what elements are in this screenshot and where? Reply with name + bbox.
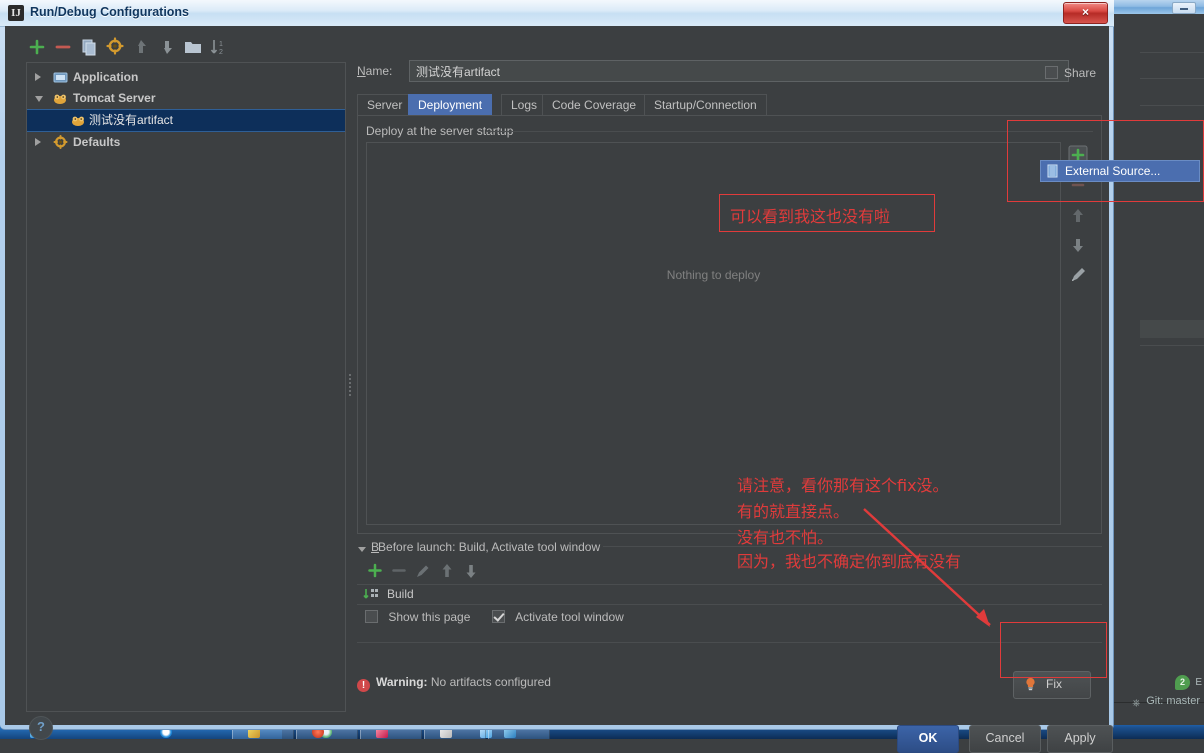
- tree-node-label: Tomcat Server: [73, 91, 156, 105]
- edit-artifact-pencil-icon[interactable]: [1065, 262, 1091, 288]
- name-label: Name:: [357, 64, 393, 78]
- warning-message: ! Warning: No artifacts configured: [357, 675, 551, 692]
- before-launch-task-label: Build: [387, 587, 414, 601]
- svg-text:2: 2: [219, 49, 223, 56]
- activate-tool-window-box[interactable]: [491, 610, 505, 623]
- show-this-page-label: Show this page: [388, 610, 471, 624]
- tree-node-label: 测试没有artifact: [89, 113, 174, 127]
- event-log-letter: E: [1195, 677, 1202, 688]
- ide-bg-divider-3: [1140, 105, 1204, 106]
- pane-splitter-handle[interactable]: [346, 372, 354, 400]
- tree-node-tomcat-server[interactable]: Tomcat Server: [27, 88, 345, 109]
- add-configuration-button[interactable]: [26, 36, 48, 58]
- tree-node-label: Application: [73, 70, 139, 84]
- section-divider: [486, 131, 1093, 132]
- warning-prefix: Warning:: [376, 675, 428, 689]
- share-label: Share: [1064, 66, 1097, 80]
- tab-server[interactable]: Server: [357, 94, 413, 115]
- share-checkbox[interactable]: Share: [1045, 64, 1165, 82]
- tomcat-icon: [71, 113, 86, 128]
- configurations-left-pane: 12 Application Tomcat Server 测试没有artifac…: [16, 32, 346, 740]
- annotation-top-note: 可以看到我这也没有啦: [730, 207, 891, 226]
- before-launch-header[interactable]: BBefore launch: Build, Activate tool win…: [371, 540, 600, 554]
- move-task-down-button[interactable]: [459, 560, 483, 582]
- before-launch-twisty-icon[interactable]: [358, 547, 366, 552]
- dialog-titlebar[interactable]: IJ Run/Debug Configurations ×: [0, 0, 1114, 27]
- configurations-toolbar: 12: [26, 36, 336, 62]
- warning-icon: !: [357, 679, 370, 692]
- ide-bg-divider-1: [1140, 52, 1204, 53]
- chevron-right-icon[interactable]: [35, 138, 41, 146]
- move-up-button[interactable]: [1065, 202, 1091, 228]
- show-this-page-checkbox[interactable]: Show this page: [365, 610, 470, 624]
- edit-task-pencil-icon[interactable]: [411, 560, 435, 582]
- tomcat-icon: [53, 91, 68, 106]
- git-branch-label: Git: master: [1146, 695, 1200, 707]
- ide-minimize-button[interactable]: [1172, 2, 1196, 14]
- tab-startup-connection[interactable]: Startup/Connection: [644, 94, 767, 115]
- close-icon[interactable]: ×: [1063, 2, 1108, 24]
- git-branch-status[interactable]: ⎈ Git: master: [1132, 695, 1200, 709]
- move-down-button[interactable]: [156, 36, 178, 58]
- nothing-to-deploy-label: Nothing to deploy: [666, 268, 761, 282]
- annotation-bottom-line-3: 没有也不怕。: [737, 528, 834, 547]
- fix-button-label: Fix: [1046, 677, 1062, 691]
- ide-bg-divider-4: [1140, 345, 1204, 346]
- notification-count-badge[interactable]: 2: [1175, 675, 1190, 690]
- tab-logs[interactable]: Logs: [501, 94, 548, 115]
- warning-text: No artifacts configured: [430, 675, 551, 689]
- configurations-tree[interactable]: Application Tomcat Server 测试没有artifact D…: [26, 62, 346, 712]
- add-task-button[interactable]: [363, 560, 387, 582]
- configuration-name-input[interactable]: [409, 60, 1069, 82]
- share-checkbox-box[interactable]: [1045, 66, 1058, 79]
- before-launch-header-label: Before launch: Build, Activate tool wind…: [378, 540, 601, 554]
- defaults-icon: [53, 135, 68, 150]
- cancel-button[interactable]: Cancel: [969, 725, 1041, 753]
- ok-button[interactable]: OK: [897, 725, 959, 753]
- chevron-right-icon[interactable]: [35, 73, 41, 81]
- remove-task-button[interactable]: [387, 560, 411, 582]
- annotation-arrow-to-fix: [863, 508, 991, 627]
- annotation-box-popup: [1007, 120, 1204, 202]
- annotation-bottom-line-2: 有的就直接点。: [737, 502, 850, 521]
- remove-configuration-button[interactable]: [52, 36, 74, 58]
- create-folder-icon[interactable]: [182, 36, 204, 58]
- copy-configuration-button[interactable]: [78, 36, 100, 58]
- dialog-title: Run/Debug Configurations: [30, 5, 190, 19]
- application-icon: [53, 70, 68, 85]
- ide-bg-block-1: [1140, 320, 1204, 338]
- annotation-box-fix-button: [1000, 622, 1107, 678]
- tree-node-defaults[interactable]: Defaults: [27, 132, 345, 153]
- warning-divider: [357, 642, 1102, 643]
- tree-node-label: Defaults: [73, 135, 121, 149]
- intellij-idea-icon: IJ: [8, 5, 24, 21]
- tab-code-coverage[interactable]: Code Coverage: [542, 94, 647, 115]
- deployment-artifacts-list[interactable]: Nothing to deploy: [366, 142, 1061, 525]
- configuration-tabs: Server Deployment Logs Code Coverage Sta…: [357, 94, 1102, 116]
- edit-defaults-gear-icon[interactable]: [104, 36, 126, 58]
- move-down-button[interactable]: [1065, 232, 1091, 258]
- build-icon: [363, 587, 381, 608]
- svg-text:1: 1: [219, 41, 223, 48]
- chevron-down-icon[interactable]: [35, 96, 43, 102]
- tree-node-selected-configuration[interactable]: 测试没有artifact: [27, 109, 345, 132]
- apply-button[interactable]: Apply: [1047, 725, 1113, 753]
- deployment-tab-panel: Deploy at the server startup Nothing to …: [357, 115, 1102, 534]
- tree-node-application[interactable]: Application: [27, 67, 345, 88]
- move-up-button[interactable]: [130, 36, 152, 58]
- show-this-page-box[interactable]: [365, 610, 378, 623]
- before-launch-divider: [603, 546, 1102, 547]
- tab-deployment[interactable]: Deployment: [408, 94, 493, 115]
- before-launch-options: Show this page Activate tool window: [365, 610, 642, 624]
- activate-tool-window-checkbox[interactable]: Activate tool window: [491, 610, 624, 624]
- lightbulb-icon: [1025, 677, 1036, 691]
- annotation-bottom-line-1: 请注意，看你那有这个fix没。: [737, 476, 949, 495]
- activate-tool-window-label: Activate tool window: [515, 610, 624, 624]
- help-button[interactable]: ?: [29, 716, 53, 740]
- sort-configurations-icon[interactable]: 12: [208, 36, 230, 58]
- move-task-up-button[interactable]: [435, 560, 459, 582]
- git-branch-icon: ⎈: [1132, 698, 1141, 709]
